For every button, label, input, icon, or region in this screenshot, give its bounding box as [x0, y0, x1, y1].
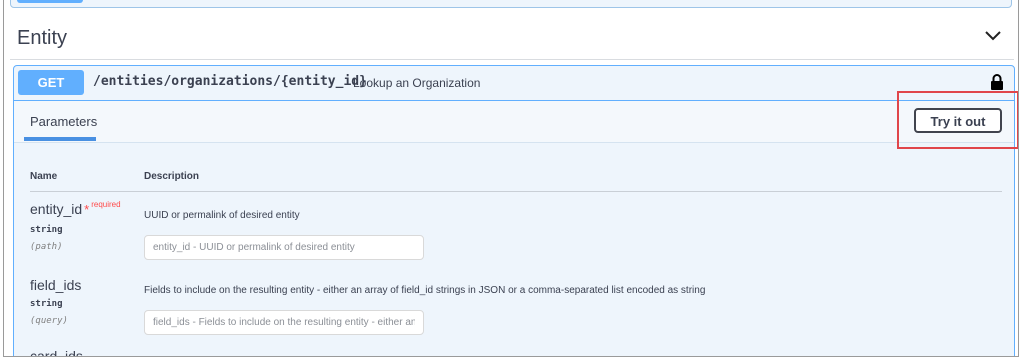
tag-section-header[interactable]: Entity: [10, 15, 1014, 60]
tab-parameters[interactable]: Parameters: [30, 114, 97, 129]
highlight-annotation-box: [897, 91, 1018, 149]
parameters-tab-bar: Parameters Try it out: [14, 101, 1014, 143]
tab-active-indicator: [24, 137, 96, 141]
required-label: required: [91, 200, 121, 209]
method-badge: GET: [18, 70, 84, 95]
operation-description: Lookup an Organization: [353, 76, 481, 90]
field-ids-input[interactable]: [144, 310, 424, 335]
column-header-description: Description: [144, 171, 200, 182]
param-description: Fields to include on the resulting entit…: [144, 285, 706, 296]
param-type: string: [30, 299, 63, 309]
required-star: *: [84, 202, 90, 217]
chevron-down-icon[interactable]: [982, 25, 1004, 47]
column-header-name: Name: [30, 171, 58, 182]
param-type: string: [30, 225, 63, 235]
param-name-field-ids: field_ids: [30, 277, 82, 293]
tag-title: Entity: [17, 27, 68, 49]
operation-path: /entities/organizations/{entity_id}: [93, 74, 367, 89]
param-location: (path): [30, 242, 63, 252]
param-description: UUID or permalink of desired entity: [144, 210, 300, 221]
param-name-text: entity_id: [30, 201, 83, 217]
param-location: (query): [30, 316, 68, 326]
get-operation-block: GET /entities/organizations/{entity_id} …: [13, 65, 1018, 357]
previous-operation-block[interactable]: [10, 0, 1012, 8]
param-name-entity-id: entity_id * required: [30, 200, 121, 217]
entity-id-input[interactable]: [144, 235, 424, 260]
operation-summary[interactable]: GET /entities/organizations/{entity_id} …: [14, 66, 1014, 101]
lock-icon[interactable]: [990, 73, 1004, 91]
header-divider: [30, 191, 1002, 192]
previous-method-badge: [17, 0, 83, 3]
swagger-frame: Entity GET /entities/organizations/{enti…: [3, 0, 1019, 357]
param-name-card-ids: card_ids: [30, 348, 83, 357]
